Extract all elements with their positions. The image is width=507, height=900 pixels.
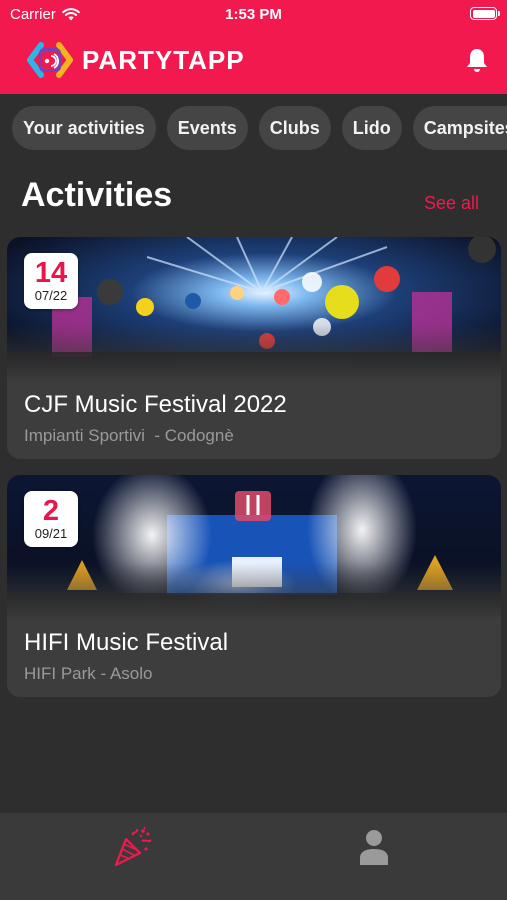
activity-card[interactable]: 14 07/22 CJF Music Festival 2022 Impiant… <box>7 237 501 459</box>
activity-location: HIFI Park - Asolo <box>24 664 153 683</box>
status-bar: Carrier 1:53 PM <box>0 0 507 28</box>
bottom-tab-bar <box>0 813 507 900</box>
section-title: Activities <box>21 176 173 214</box>
app-logo: PARTYTAPP <box>27 42 245 78</box>
chip-campsites[interactable]: Campsites <box>412 106 507 150</box>
date-badge: 2 09/21 <box>24 491 78 547</box>
activity-location: Impianti Sportivi - Codognè <box>24 426 234 445</box>
date-day: 14 <box>34 257 68 289</box>
chip-clubs[interactable]: Clubs <box>258 106 331 150</box>
date-month: 07/22 <box>34 288 68 303</box>
see-all-link[interactable]: See all <box>424 193 479 214</box>
app-header: PARTYTAPP <box>0 28 507 94</box>
chip-your-activities[interactable]: Your activities <box>12 106 156 150</box>
partytapp-logo-icon <box>27 42 73 78</box>
chip-lido[interactable]: Lido <box>341 106 402 150</box>
activity-image <box>7 475 501 621</box>
activity-card[interactable]: 2 09/21 HIFI Music Festival HIFI Park - … <box>7 475 501 697</box>
bell-icon[interactable] <box>465 47 489 73</box>
category-chips: Your activities Events Clubs Lido Campsi… <box>12 106 507 150</box>
clock: 1:53 PM <box>225 6 282 23</box>
app-name: PARTYTAPP <box>82 44 245 75</box>
activity-title: CJF Music Festival 2022 <box>24 391 287 418</box>
date-day: 2 <box>42 495 60 527</box>
user-icon[interactable] <box>352 825 396 869</box>
party-popper-icon[interactable] <box>110 825 154 869</box>
chip-events[interactable]: Events <box>166 106 248 150</box>
date-month: 09/21 <box>34 526 68 541</box>
activity-title: HIFI Music Festival <box>24 629 229 656</box>
activity-image <box>7 237 501 383</box>
date-badge: 14 07/22 <box>24 253 78 309</box>
battery-icon <box>470 7 500 20</box>
